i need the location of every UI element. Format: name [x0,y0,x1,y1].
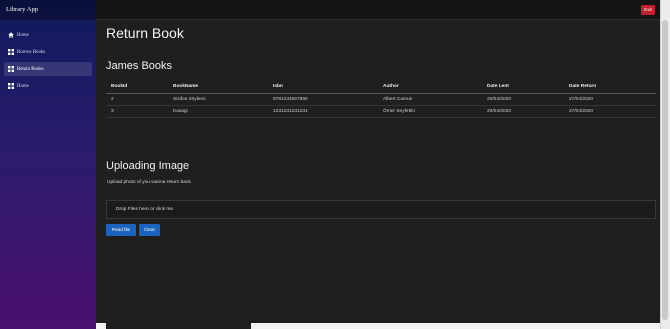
file-dropzone[interactable]: Drop Files here or click me [106,200,656,219]
sidebar-nav: Home Borrow Books Return Books Home [0,20,96,93]
top-bar: Exit [96,0,660,20]
clear-button[interactable]: Clear [139,224,160,236]
column-header-isbn: Isbn [268,81,378,94]
grid-icon [8,49,14,55]
books-section-title: James Books [106,60,173,72]
table-row[interactable]: 3 Kasagi 1231231231231 Ömer Seyfettin 20… [106,105,656,118]
app-brand[interactable]: Library App [0,0,96,20]
sidebar-item-label: Return Books [17,66,44,72]
cell-date-return: 27/04/2020 [564,93,656,106]
column-header-date-lent: Date Lent [482,81,564,94]
cell-bookid: 3 [106,105,168,118]
sidebar-item-return-books[interactable]: Return Books [4,62,92,76]
table-row[interactable]: 2 Sisifos Söylemi 9781234567890 Albert C… [106,93,656,106]
sidebar-item-home-2[interactable]: Home [4,79,92,93]
upload-section-title: Uploading Image [106,160,190,172]
column-header-date-return: Date Return [564,81,656,94]
grid-icon [8,66,14,72]
sidebar-item-home[interactable]: Home [4,28,92,42]
sidebar-item-borrow-books[interactable]: Borrow Books [4,45,92,59]
column-header-bookid: BookId [106,81,168,94]
sidebar-item-label: Home [17,83,29,89]
sidebar: Library App Home Borrow Books Return Boo… [0,0,96,329]
home-icon [8,32,14,38]
grid-icon [8,83,14,89]
cell-date-lent: 20/04/2020 [482,105,564,118]
bottom-strip-dark [106,323,251,329]
cell-bookname: Sisifos Söylemi [168,93,268,106]
cell-author: Albert Camus [378,93,482,106]
books-table: BookId BookName Isbn Author Date Lent Da… [106,81,656,118]
scrollbar-thumb[interactable] [662,20,668,320]
cell-isbn: 9781234567890 [268,93,378,106]
cell-isbn: 1231231231231 [268,105,378,118]
column-header-bookname: BookName [168,81,268,94]
column-header-author: Author [378,81,482,94]
cell-author: Ömer Seyfettin [378,105,482,118]
cell-date-return: 27/04/2020 [564,105,656,118]
cell-date-lent: 20/04/2020 [482,93,564,106]
table-header-row: BookId BookName Isbn Author Date Lent Da… [106,81,656,94]
cell-bookname: Kasagi [168,105,268,118]
exit-button[interactable]: Exit [641,5,655,15]
cell-bookid: 2 [106,93,168,106]
sidebar-item-label: Borrow Books [17,49,46,55]
page-title: Return Book [106,25,184,41]
upload-description: Upload photo of you wanna return back. [107,180,193,185]
read-file-button[interactable]: Read file [106,224,136,236]
sidebar-item-label: Home [17,32,29,38]
